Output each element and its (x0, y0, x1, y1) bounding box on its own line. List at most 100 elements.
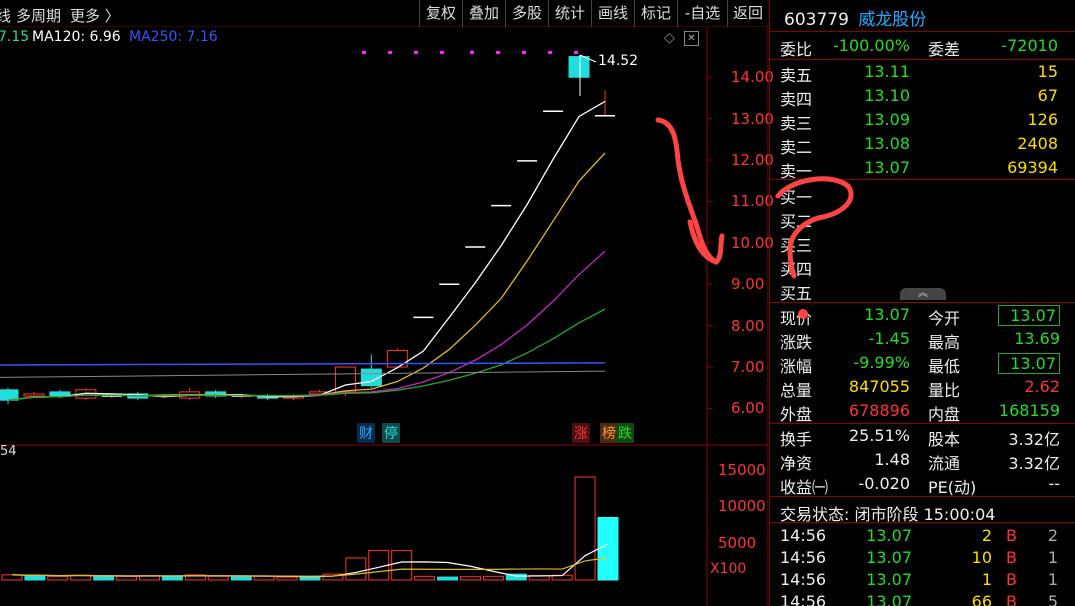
bid-level-label: 买四 (780, 260, 813, 279)
volume-bar (482, 575, 504, 581)
tick-volume: 10 (971, 548, 992, 567)
stat-value: 13.07 (998, 305, 1060, 326)
multi-period-menu[interactable]: 多周期 (16, 5, 61, 26)
stat-value: 13.07 (864, 305, 910, 324)
stat-value: 678896 (848, 401, 910, 420)
event-tag[interactable]: 跌 (616, 423, 634, 443)
stat-label: 内盘 (928, 405, 961, 424)
bid-level-label: 买二 (780, 212, 813, 231)
fundamental-label: 净资 (780, 454, 813, 473)
line-menu[interactable]: 线 (0, 5, 11, 26)
ask-price[interactable]: 13.09 (840, 110, 910, 129)
stat-label: 外盘 (780, 405, 813, 424)
volume-bar (207, 575, 229, 581)
ask-price[interactable]: 13.07 (840, 158, 910, 177)
tick-side: B (1006, 570, 1017, 589)
tick-time: 14:56 (780, 570, 827, 589)
volume-bar (391, 550, 413, 581)
stat-label: 现价 (780, 309, 813, 328)
ma250-line (0, 362, 606, 366)
tick-price: 13.07 (866, 548, 912, 567)
tick-volume: 66 (971, 592, 992, 606)
stock-name: 威龙股份 (858, 10, 927, 30)
event-tag[interactable]: 财 (357, 423, 375, 443)
tick-side: B (1006, 548, 1017, 567)
fuquan-button[interactable]: 复权 (419, 0, 462, 27)
candle-body (0, 389, 19, 401)
bid-level-label: 买五 (780, 284, 813, 303)
candle-body (568, 56, 590, 78)
volume-bar (253, 575, 275, 581)
volume-bar (47, 575, 69, 581)
high-annotation: 14.52 (598, 53, 639, 69)
price-axis-tick: 10.00 (731, 233, 774, 252)
quote-panel: 603779 威龙股份 委比 -100.00% 委差 -72010 卖五 13.1… (769, 0, 1075, 606)
stat-value: 13.69 (1014, 329, 1060, 348)
ma-line (7, 250, 606, 401)
stat-label: 总量 (780, 381, 813, 400)
fundamental-label: 流通 (928, 454, 961, 473)
bid-level-label: 买一 (780, 188, 813, 207)
volume-bar (597, 517, 619, 581)
signal-dot (496, 51, 500, 54)
tick-volume: 2 (981, 526, 992, 545)
event-tag[interactable]: 涨 (572, 423, 590, 443)
ask-price[interactable]: 13.08 (840, 134, 910, 153)
signal-dot (522, 51, 526, 54)
ma-line (7, 100, 606, 401)
fundamental-value: 3.32亿 (1008, 430, 1060, 449)
stat-label: 涨跌 (780, 333, 813, 352)
overlay-button[interactable]: 叠加 (462, 0, 505, 27)
price-axis-tick: 7.00 (731, 358, 765, 377)
ask-price[interactable]: 13.10 (840, 86, 910, 105)
ask-volume: 15 (1037, 62, 1058, 81)
event-tag[interactable]: 停 (382, 423, 400, 443)
weibi-label: 委比 (780, 40, 813, 59)
tick-time: 14:56 (780, 548, 827, 567)
signal-dot (548, 51, 552, 54)
stat-value: 847055 (848, 377, 910, 396)
ask-level-label: 卖二 (780, 138, 813, 157)
price-axis-tick: 14.00 (731, 68, 774, 87)
fundamental-value: 1.48 (874, 450, 910, 469)
back-button[interactable]: 返回 (727, 0, 768, 27)
weicha-value: -72010 (1001, 36, 1058, 55)
volume-bar (1, 574, 23, 581)
statistics-button[interactable]: 统计 (548, 0, 591, 27)
tick-time: 14:56 (780, 592, 827, 606)
stat-label: 量比 (928, 381, 961, 400)
stat-label: 最高 (928, 333, 961, 352)
volume-bar (116, 575, 138, 581)
signal-dot (574, 51, 578, 54)
ma-line (7, 308, 606, 401)
stat-label: 涨幅 (780, 357, 813, 376)
volume-ma-line (11, 543, 609, 578)
signal-dot (470, 51, 474, 54)
stat-label: 今开 (928, 309, 961, 328)
volume-axis-tick: 10000 (718, 497, 766, 516)
stock-header: 603779 威龙股份 (784, 5, 926, 30)
multi-stock-button[interactable]: 多股 (505, 0, 548, 27)
volume-bar (459, 576, 481, 581)
tick-count: 1 (1047, 570, 1058, 589)
tick-volume: 1 (981, 570, 992, 589)
volume-bar (574, 476, 596, 581)
volume-bar (93, 576, 115, 581)
tick-count: 1 (1047, 548, 1058, 567)
tick-price: 13.07 (866, 592, 912, 606)
tick-count: 5 (1047, 592, 1058, 606)
price-axis-tick: 13.00 (731, 109, 774, 128)
volume-ma-line-2 (11, 557, 609, 577)
ask-price[interactable]: 13.11 (840, 62, 910, 81)
ask-volume: 69394 (1007, 158, 1058, 177)
collapse-icon[interactable]: ︽ (900, 288, 946, 300)
volume-bar (437, 576, 459, 581)
signal-dot (440, 51, 444, 54)
more-menu[interactable]: 更多 〉 (70, 5, 120, 26)
mark-button[interactable]: 标记 (634, 0, 677, 27)
draw-line-button[interactable]: 画线 (591, 0, 634, 27)
volume-unit: X100 (710, 561, 747, 577)
watchlist-button[interactable]: -自选 (677, 0, 727, 27)
ma120-line (0, 370, 606, 378)
kline-chart[interactable] (0, 27, 768, 606)
